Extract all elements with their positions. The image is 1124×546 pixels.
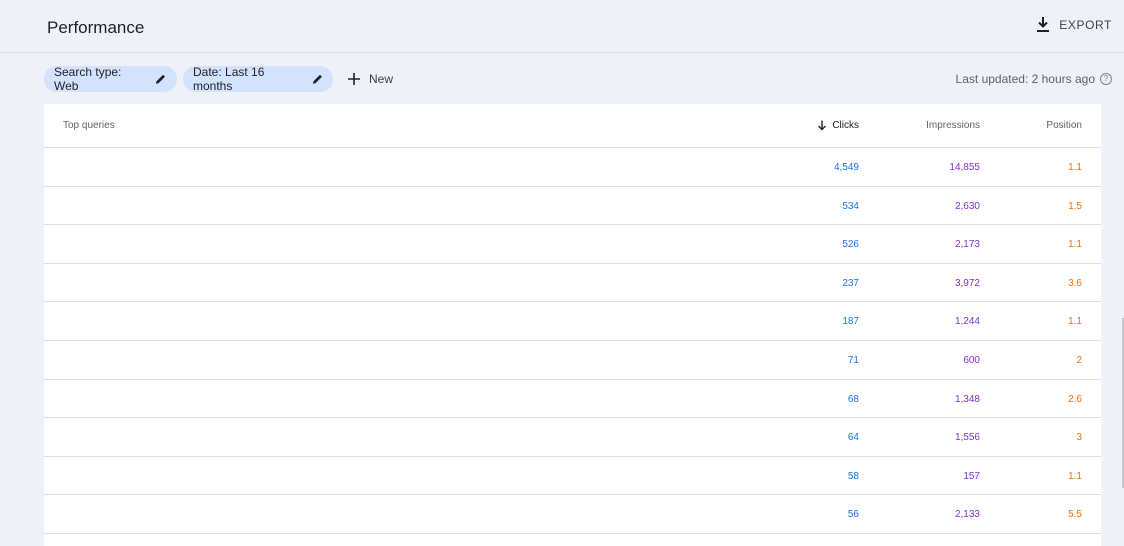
impressions-cell: 1,348 <box>954 393 980 405</box>
position-cell: 2.6 <box>1068 393 1082 405</box>
position-cell: 1.5 <box>1068 200 1082 212</box>
clicks-cell: 58 <box>847 470 859 482</box>
impressions-cell: 600 <box>963 354 980 366</box>
page-header: Performance EXPORT <box>0 0 1124 53</box>
search-type-filter-chip[interactable]: Search type: Web <box>44 65 177 93</box>
new-filter-label: New <box>369 72 394 86</box>
position-cell: 1.1 <box>1068 470 1082 482</box>
table-row[interactable]: 58 157 1.1 <box>44 457 1101 496</box>
table-header: Top queries Clicks Impressions Position <box>44 104 1101 148</box>
page-title: Performance <box>47 18 145 37</box>
last-updated: Last updated: 2 hours ago ? <box>956 72 1112 86</box>
impressions-cell: 14,855 <box>949 162 980 173</box>
clicks-cell: 64 <box>847 432 859 444</box>
impressions-cell: 3,972 <box>954 277 980 289</box>
table-row[interactable]: 56 2,133 5.5 <box>44 495 1101 534</box>
column-header-clicks-label: Clicks <box>832 120 859 131</box>
clicks-cell: 56 <box>847 509 859 521</box>
impressions-cell: 1,556 <box>954 432 980 444</box>
clicks-cell: 237 <box>842 277 859 289</box>
column-header-query: Top queries <box>63 120 115 131</box>
impressions-cell: 157 <box>963 470 980 482</box>
position-cell: 2 <box>1076 354 1082 366</box>
table-row[interactable]: 68 1,348 2.6 <box>44 380 1101 419</box>
impressions-cell: 2,173 <box>954 239 980 251</box>
help-circle-icon[interactable]: ? <box>1100 73 1112 85</box>
clicks-cell: 68 <box>847 393 859 405</box>
search-type-label: Search type: Web <box>54 65 122 93</box>
impressions-cell: 2,133 <box>954 509 980 521</box>
position-cell: 1.1 <box>1068 316 1082 328</box>
column-header-position[interactable]: Position <box>1046 120 1082 131</box>
table-row[interactable]: 71 600 2 <box>44 341 1101 380</box>
pencil-icon[interactable] <box>155 73 167 85</box>
clicks-cell: 71 <box>847 354 859 366</box>
new-filter-button[interactable]: New <box>347 66 393 92</box>
performance-page: Performance EXPORT Search type: Web Date… <box>0 0 1124 546</box>
plus-icon <box>348 73 360 85</box>
position-cell: 3.6 <box>1068 277 1082 289</box>
column-header-clicks[interactable]: Clicks <box>817 120 859 131</box>
position-cell: 1.1 <box>1068 239 1082 251</box>
impressions-cell: 2,630 <box>954 200 980 212</box>
position-cell: 3 <box>1076 432 1082 444</box>
export-button[interactable]: EXPORT <box>1035 16 1112 34</box>
date-label: Date: Last 16 months <box>193 65 265 93</box>
table-row[interactable]: 534 2,630 1.5 <box>44 187 1101 226</box>
clicks-cell: 4,549 <box>833 162 859 173</box>
column-header-impressions[interactable]: Impressions <box>926 120 980 131</box>
top-queries-table: Top queries Clicks Impressions Position … <box>44 104 1101 546</box>
date-filter-chip[interactable]: Date: Last 16 months <box>183 65 333 93</box>
export-label: EXPORT <box>1059 18 1112 32</box>
pencil-icon[interactable] <box>312 73 323 85</box>
impressions-cell: 1,244 <box>954 316 980 328</box>
table-row[interactable]: 526 2,173 1.1 <box>44 225 1101 264</box>
position-cell: 1.1 <box>1068 162 1082 173</box>
position-cell: 5.5 <box>1068 509 1082 521</box>
clicks-cell: 526 <box>842 239 859 251</box>
last-updated-text: Last updated: 2 hours ago <box>955 72 1095 86</box>
table-row[interactable]: 64 1,556 3 <box>44 418 1101 457</box>
table-row[interactable]: 4,549 14,855 1.1 <box>44 148 1101 187</box>
arrow-down-icon <box>818 120 827 131</box>
clicks-cell: 534 <box>842 200 859 212</box>
download-icon <box>1035 16 1051 34</box>
clicks-cell: 187 <box>842 316 859 328</box>
table-row[interactable]: 187 1,244 1.1 <box>44 302 1101 341</box>
table-row[interactable]: 237 3,972 3.6 <box>44 264 1101 303</box>
